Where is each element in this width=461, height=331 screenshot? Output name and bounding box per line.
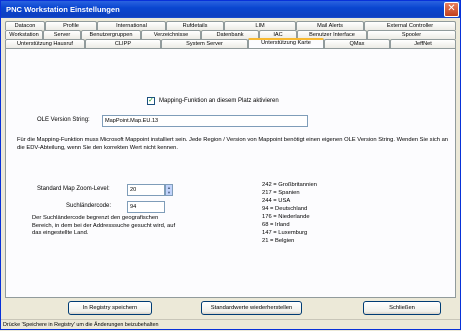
country-code-label: Suchländercode: [66,203,112,209]
country-code-item: 244 = USA [262,198,291,204]
country-code-info: Der Suchländercode begrenzt den geografi… [32,215,176,237]
tab-row-2: Workstation Server Benutzergruppen Verze… [5,30,456,39]
tab-unterstuetzung-hausruf[interactable]: Unterstützung Hausruf [5,39,85,48]
country-code-item: 21 = Belgien [262,238,295,244]
ole-version-label: OLE Version String: [37,117,90,123]
mapping-info-text: Für die Mapping-Funktion muss Microsoft … [17,137,449,151]
country-code-item: 147 = Luxemburg [262,230,308,236]
ole-version-input[interactable]: MapPoint.Map.EU.13 [102,115,308,127]
zoom-level-label: Standard Map Zoom-Level: [37,186,110,192]
settings-window: PNC Workstation Einstellungen ✕ Datacon … [0,0,461,330]
tab-clipp[interactable]: CLIPP [85,39,161,48]
mapping-checkbox-label: Mapping-Funktion an diesem Platz aktivie… [159,98,279,104]
country-code-item: 176 = Niederlande [262,214,310,220]
map-settings-panel: ✓ Mapping-Funktion an diesem Platz aktiv… [5,48,456,298]
close-button[interactable]: Schließen [363,301,441,315]
tab-external-controller[interactable]: External Controller [364,21,456,30]
title-bar[interactable]: PNC Workstation Einstellungen ✕ [1,1,460,18]
country-code-item: 94 = Deutschland [262,206,308,212]
window-title: PNC Workstation Einstellungen [6,5,120,14]
restore-defaults-button[interactable]: Standardwerte wiederherstellen [201,301,302,315]
save-to-registry-button[interactable]: In Registry speichern [68,301,152,315]
country-code-item: 242 = Großbritannien [262,182,317,188]
zoom-level-input[interactable]: 20 [127,184,165,196]
tab-mail-alerts[interactable]: Mail Alerts [296,21,364,30]
tab-system-server[interactable]: System Server [161,39,248,48]
spin-down-icon[interactable]: ▼ [166,190,172,195]
tab-qmax[interactable]: QMax [324,39,390,48]
tab-verzeichnisse[interactable]: Verzeichnisse [141,30,201,39]
tab-workstation[interactable]: Workstation [5,30,43,39]
tab-rufdetails[interactable]: Rufdetails [166,21,224,30]
tab-benutzergruppen[interactable]: Benutzergruppen [81,30,141,39]
country-code-item: 68 = Irland [262,222,290,228]
mapping-checkbox[interactable]: ✓ [147,97,155,105]
tab-profile[interactable]: Profile [45,21,97,30]
country-code-item: 217 = Spanien [262,190,300,196]
country-code-input[interactable]: 94 [127,201,165,213]
tab-datacon[interactable]: Datacon [5,21,45,30]
tab-spooler[interactable]: Spooler [367,30,456,39]
close-window-button[interactable]: ✕ [444,2,459,17]
status-bar: Drücke 'Speichere in Registry' um die Än… [1,319,460,330]
zoom-level-spinner[interactable]: ▲ ▼ [165,184,173,196]
tab-unterstuetzung-karte[interactable]: Unterstützung Karte [248,38,324,48]
tab-lim[interactable]: LIM [224,21,296,30]
tab-jeffnet[interactable]: JeffNet [390,39,456,48]
tab-international[interactable]: International [97,21,166,30]
tab-server[interactable]: Server [43,30,81,39]
tab-row-1: Datacon Profile International Rufdetails… [5,21,456,30]
